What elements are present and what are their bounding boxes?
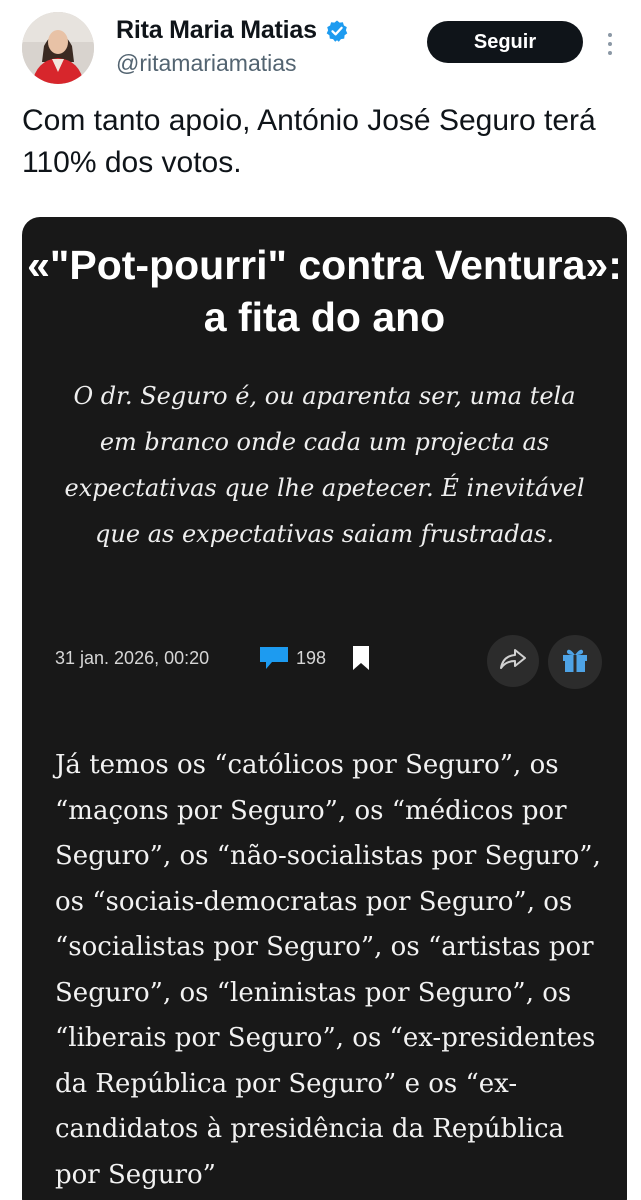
more-options-icon[interactable] bbox=[598, 26, 622, 62]
more-dot bbox=[608, 51, 612, 55]
gift-button[interactable] bbox=[548, 635, 602, 689]
tweet-text: Com tanto apoio, António José Seguro ter… bbox=[22, 104, 596, 179]
article-date: 31 jan. 2026, 00:20 bbox=[55, 648, 210, 668]
gift-icon bbox=[560, 645, 590, 680]
display-name[interactable]: Rita Maria Matias bbox=[116, 16, 317, 45]
share-icon bbox=[499, 647, 527, 676]
author-name-row: Rita Maria Matias bbox=[116, 16, 349, 45]
tweet-header: Rita Maria Matias @ritamariamatias Segui… bbox=[0, 0, 641, 90]
more-dot bbox=[608, 33, 612, 37]
comment-count[interactable]: 198 bbox=[296, 648, 326, 669]
article-card[interactable]: «"Pot-pourri" contra Ventura»: a fita do… bbox=[22, 217, 627, 1200]
bookmark-icon[interactable] bbox=[352, 645, 370, 676]
article-lead: O dr. Seguro é, ou aparenta ser, uma tel… bbox=[64, 382, 585, 548]
verified-badge-icon bbox=[325, 19, 349, 43]
comment-icon[interactable] bbox=[258, 645, 290, 676]
article-title: «"Pot-pourri" contra Ventura»: a fita do… bbox=[27, 242, 622, 340]
follow-button[interactable]: Seguir bbox=[427, 21, 583, 63]
article-meta-row: 31 jan. 2026, 00:20 198 bbox=[22, 631, 627, 689]
more-dot bbox=[608, 42, 612, 46]
avatar[interactable] bbox=[22, 12, 94, 84]
share-button[interactable] bbox=[487, 635, 539, 687]
article-body: Já temos os “católicos por Seguro”, os “… bbox=[55, 750, 601, 1190]
handle[interactable]: @ritamariamatias bbox=[116, 50, 297, 77]
avatar-photo bbox=[22, 12, 94, 84]
